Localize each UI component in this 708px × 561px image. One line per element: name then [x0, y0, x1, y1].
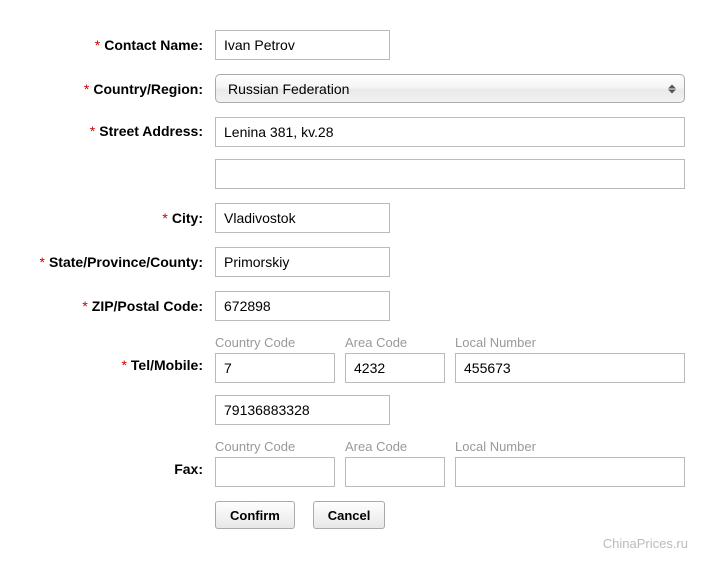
field-fax: Country Code Area Code Local Number [215, 439, 688, 487]
label-text: ZIP/Postal Code: [92, 298, 203, 314]
label-text: Country/Region: [93, 81, 203, 97]
row-contact-name: * Contact Name: [20, 30, 688, 60]
label-state: * State/Province/County: [20, 254, 215, 270]
contact-name-input[interactable] [215, 30, 390, 60]
fax-local-number-label: Local Number [455, 439, 685, 454]
tel-country-code-input[interactable] [215, 353, 335, 383]
row-tel: * Tel/Mobile: Country Code Area Code Loc… [20, 335, 688, 425]
cancel-button[interactable]: Cancel [313, 501, 386, 529]
field-buttons: Confirm Cancel [215, 501, 688, 529]
required-asterisk: * [90, 123, 95, 139]
tel-local-number-input[interactable] [455, 353, 685, 383]
required-asterisk: * [162, 210, 167, 226]
tel-area-code-input[interactable] [345, 353, 445, 383]
select-arrows-icon [668, 84, 676, 93]
watermark: ChinaPrices.ru [603, 536, 688, 551]
row-buttons: Confirm Cancel [20, 501, 688, 529]
label-fax: Fax: [20, 439, 215, 477]
country-select[interactable]: Russian Federation [215, 74, 685, 103]
label-city: * City: [20, 210, 215, 226]
row-zip: * ZIP/Postal Code: [20, 291, 688, 321]
label-text: State/Province/County: [49, 254, 203, 270]
tel-local-number-label: Local Number [455, 335, 685, 350]
confirm-button[interactable]: Confirm [215, 501, 295, 529]
field-state [215, 247, 688, 277]
field-contact-name [215, 30, 688, 60]
label-text: City: [172, 210, 203, 226]
city-input[interactable] [215, 203, 390, 233]
field-tel: Country Code Area Code Local Number [215, 335, 688, 425]
required-asterisk: * [95, 37, 100, 53]
tel-country-code-label: Country Code [215, 335, 335, 350]
label-text: Street Address: [99, 123, 203, 139]
row-street: * Street Address: [20, 117, 688, 189]
field-country: Russian Federation [215, 74, 688, 103]
mobile-input[interactable] [215, 395, 390, 425]
country-select-value: Russian Federation [228, 81, 349, 97]
zip-input[interactable] [215, 291, 390, 321]
fax-local-number-input[interactable] [455, 457, 685, 487]
fax-country-code-input[interactable] [215, 457, 335, 487]
row-city: * City: [20, 203, 688, 233]
label-country: * Country/Region: [20, 81, 215, 97]
label-text: Tel/Mobile: [131, 357, 203, 373]
label-contact-name: * Contact Name: [20, 37, 215, 53]
state-input[interactable] [215, 247, 390, 277]
label-text: Contact Name: [104, 37, 203, 53]
fax-country-code-label: Country Code [215, 439, 335, 454]
required-asterisk: * [82, 298, 87, 314]
row-country: * Country/Region: Russian Federation [20, 74, 688, 103]
label-zip: * ZIP/Postal Code: [20, 298, 215, 314]
field-city [215, 203, 688, 233]
fax-area-code-label: Area Code [345, 439, 445, 454]
street-address-line2-input[interactable] [215, 159, 685, 189]
row-state: * State/Province/County: [20, 247, 688, 277]
fax-area-code-input[interactable] [345, 457, 445, 487]
label-street: * Street Address: [20, 117, 215, 139]
label-text: Fax: [174, 461, 203, 477]
field-zip [215, 291, 688, 321]
required-asterisk: * [84, 81, 89, 97]
field-street [215, 117, 688, 189]
label-tel: * Tel/Mobile: [20, 335, 215, 373]
required-asterisk: * [40, 254, 45, 270]
tel-area-code-label: Area Code [345, 335, 445, 350]
row-fax: Fax: Country Code Area Code Local Number [20, 439, 688, 487]
street-address-line1-input[interactable] [215, 117, 685, 147]
required-asterisk: * [121, 357, 126, 373]
